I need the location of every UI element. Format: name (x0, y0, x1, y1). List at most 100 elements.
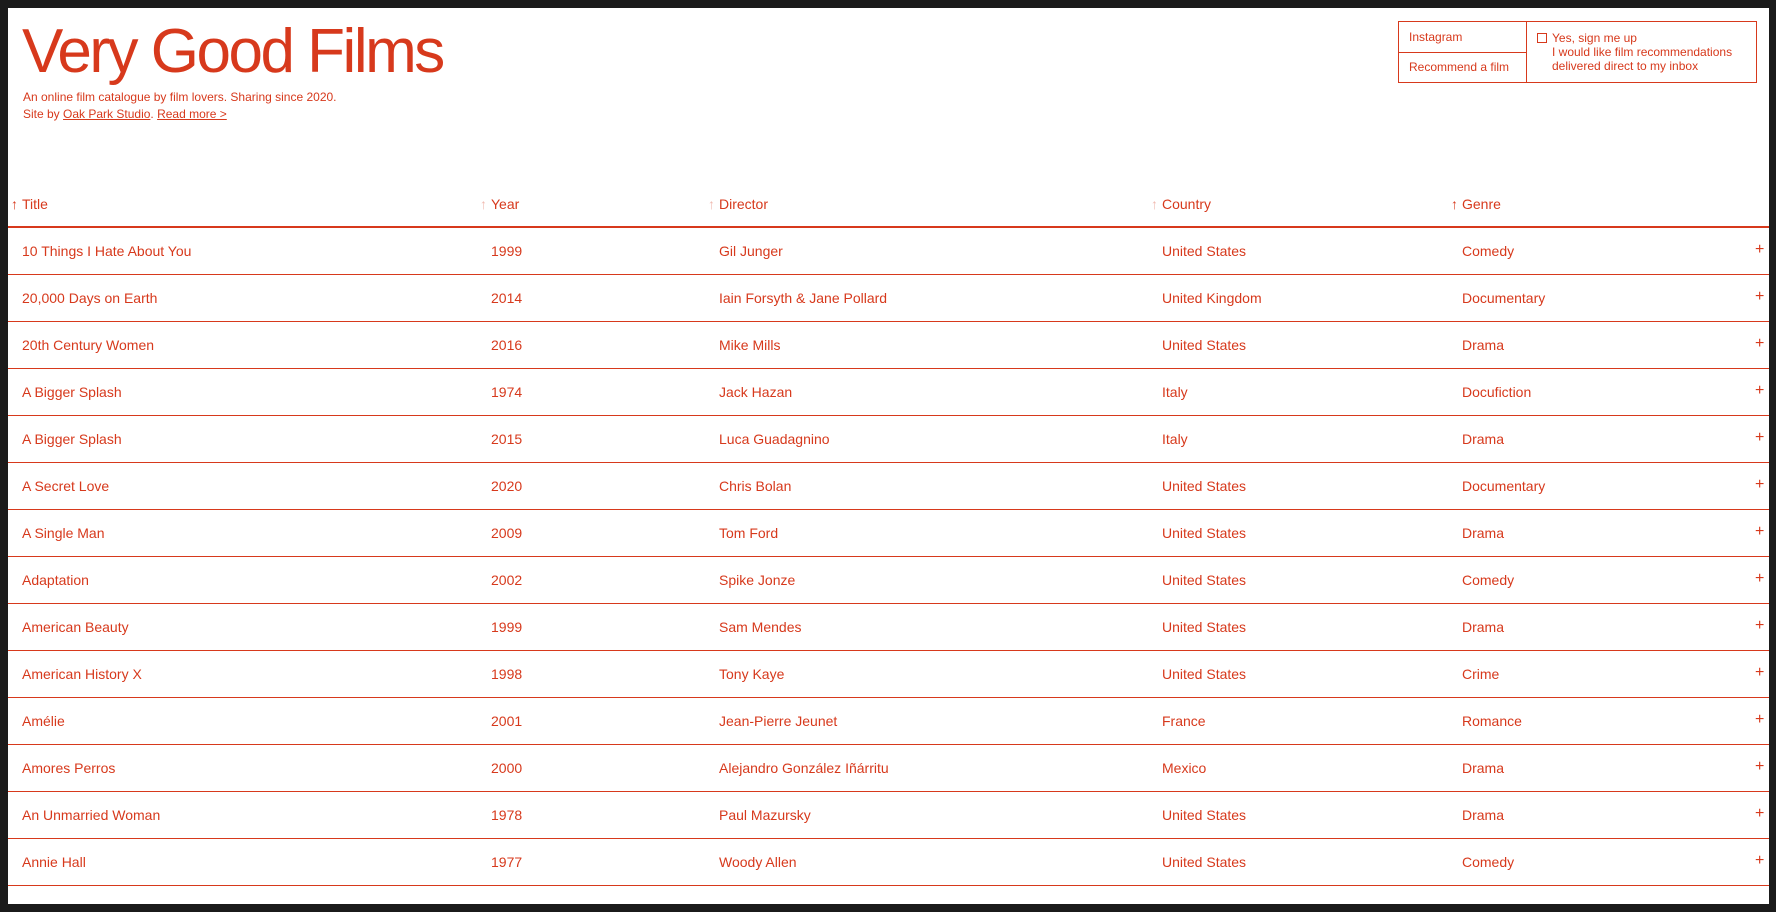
expand-plus-icon[interactable]: + (1755, 335, 1764, 353)
film-genre: Docufiction (1462, 384, 1532, 400)
table-row[interactable]: A Secret Love 2020 Chris Bolan United St… (8, 463, 1769, 510)
film-title[interactable]: 10 Things I Hate About You (22, 243, 191, 259)
table-row[interactable]: American History X 1998 Tony Kaye United… (8, 651, 1769, 698)
film-director: Tom Ford (719, 525, 779, 541)
film-year: 2002 (491, 572, 523, 588)
film-director: Tony Kaye (719, 666, 785, 682)
sort-country-header[interactable]: ↑ Country (1151, 196, 1211, 212)
expand-plus-icon[interactable]: + (1755, 805, 1764, 823)
sort-arrow-icon: ↑ (480, 196, 487, 212)
signup-description-1: I would like film recommendations (1552, 45, 1733, 59)
table-row[interactable]: A Bigger Splash 2015 Luca Guadagnino Ita… (8, 416, 1769, 463)
film-genre: Crime (1462, 666, 1500, 682)
film-country: France (1162, 713, 1206, 729)
film-title[interactable]: A Bigger Splash (22, 431, 122, 447)
expand-plus-icon[interactable]: + (1755, 664, 1764, 682)
film-title[interactable]: A Bigger Splash (22, 384, 122, 400)
site-title[interactable]: Very Good Films (22, 17, 445, 86)
film-genre: Comedy (1462, 854, 1515, 870)
film-title[interactable]: A Secret Love (22, 478, 109, 494)
header-genre-label: Genre (1462, 196, 1501, 212)
film-year: 1977 (491, 854, 523, 870)
signup-label: Yes, sign me up (1552, 31, 1637, 45)
sort-genre-header[interactable]: ↑ Genre (1451, 196, 1501, 212)
expand-plus-icon[interactable]: + (1755, 711, 1764, 729)
film-year: 2015 (491, 431, 523, 447)
film-title[interactable]: American History X (22, 666, 142, 682)
table-row[interactable]: A Single Man 2009 Tom Ford United States… (8, 510, 1769, 557)
film-genre: Drama (1462, 431, 1505, 447)
film-country: United States (1162, 572, 1247, 588)
film-year: 2000 (491, 760, 523, 776)
film-genre: Documentary (1462, 478, 1546, 494)
film-country: Italy (1162, 431, 1188, 447)
film-country: United Kingdom (1162, 290, 1262, 306)
table-row[interactable]: Amores Perros 2000 Alejandro González Iñ… (8, 745, 1769, 792)
table-row[interactable]: Amélie 2001 Jean-Pierre Jeunet France Ro… (8, 698, 1769, 745)
film-director: Luca Guadagnino (719, 431, 830, 447)
film-director: Jack Hazan (719, 384, 793, 400)
film-country: United States (1162, 807, 1247, 823)
table-row[interactable]: 20,000 Days on Earth 2014 Iain Forsyth &… (8, 275, 1769, 322)
table-row[interactable]: American Beauty 1999 Sam Mendes United S… (8, 604, 1769, 651)
film-country: United States (1162, 478, 1247, 494)
film-country: United States (1162, 854, 1247, 870)
studio-link[interactable]: Oak Park Studio (63, 107, 150, 121)
sort-arrow-icon: ↑ (11, 196, 18, 212)
film-title[interactable]: 20,000 Days on Earth (22, 290, 157, 306)
film-country: United States (1162, 525, 1247, 541)
expand-plus-icon[interactable]: + (1755, 382, 1764, 400)
signup-description-2: delivered direct to my inbox (1552, 59, 1699, 73)
site-by-label: Site by (23, 107, 64, 121)
newsletter-signup[interactable]: Yes, sign me up I would like film recomm… (1527, 22, 1756, 82)
film-year: 1974 (491, 384, 523, 400)
film-genre: Comedy (1462, 572, 1515, 588)
sort-director-header[interactable]: ↑ Director (708, 196, 768, 212)
film-title[interactable]: Annie Hall (22, 854, 86, 870)
film-year: 1999 (491, 243, 523, 259)
film-year: 1998 (491, 666, 523, 682)
film-genre: Comedy (1462, 243, 1515, 259)
expand-plus-icon[interactable]: + (1755, 852, 1764, 870)
tagline-text: An online film catalogue by film lovers.… (23, 90, 337, 104)
film-title[interactable]: A Single Man (22, 525, 105, 541)
table-row[interactable]: Annie Hall 1977 Woody Allen United State… (8, 839, 1769, 886)
film-year: 2001 (491, 713, 523, 729)
film-director: Chris Bolan (719, 478, 792, 494)
expand-plus-icon[interactable]: + (1755, 241, 1764, 259)
expand-plus-icon[interactable]: + (1755, 429, 1764, 447)
table-row[interactable]: A Bigger Splash 1974 Jack Hazan Italy Do… (8, 369, 1769, 416)
film-title[interactable]: American Beauty (22, 619, 129, 635)
film-title[interactable]: Amélie (22, 713, 65, 729)
film-genre: Drama (1462, 760, 1505, 776)
table-row[interactable]: Adaptation 2002 Spike Jonze United State… (8, 557, 1769, 604)
film-director: Paul Mazursky (719, 807, 811, 823)
expand-plus-icon[interactable]: + (1755, 570, 1764, 588)
film-title[interactable]: 20th Century Women (22, 337, 154, 353)
film-title[interactable]: An Unmarried Woman (22, 807, 160, 823)
table-row[interactable]: 10 Things I Hate About You 1999 Gil Jung… (8, 228, 1769, 275)
sort-title-header[interactable]: ↑ Title (11, 196, 48, 212)
expand-plus-icon[interactable]: + (1755, 617, 1764, 635)
film-title[interactable]: Adaptation (22, 572, 89, 588)
instagram-link[interactable]: Instagram (1399, 22, 1526, 52)
film-title[interactable]: Amores Perros (22, 760, 115, 776)
table-row[interactable]: 20th Century Women 2016 Mike Mills Unite… (8, 322, 1769, 369)
film-year: 2014 (491, 290, 523, 306)
expand-plus-icon[interactable]: + (1755, 288, 1764, 306)
film-year: 2009 (491, 525, 523, 541)
expand-plus-icon[interactable]: + (1755, 523, 1764, 541)
film-genre: Drama (1462, 337, 1505, 353)
sort-year-header[interactable]: ↑ Year (480, 196, 519, 212)
film-country: United States (1162, 666, 1247, 682)
recommend-film-link[interactable]: Recommend a film (1399, 51, 1526, 83)
expand-plus-icon[interactable]: + (1755, 476, 1764, 494)
signup-checkbox[interactable] (1537, 33, 1547, 43)
read-more-link[interactable]: Read more > (157, 107, 227, 121)
table-row[interactable]: An Unmarried Woman 1978 Paul Mazursky Un… (8, 792, 1769, 839)
films-table: ↑ Title ↑ Year ↑ Director ↑ Country ↑ Ge… (8, 196, 1769, 886)
film-genre: Drama (1462, 619, 1505, 635)
film-director: Spike Jonze (719, 572, 796, 588)
expand-plus-icon[interactable]: + (1755, 758, 1764, 776)
table-header: ↑ Title ↑ Year ↑ Director ↑ Country ↑ Ge… (8, 196, 1769, 228)
